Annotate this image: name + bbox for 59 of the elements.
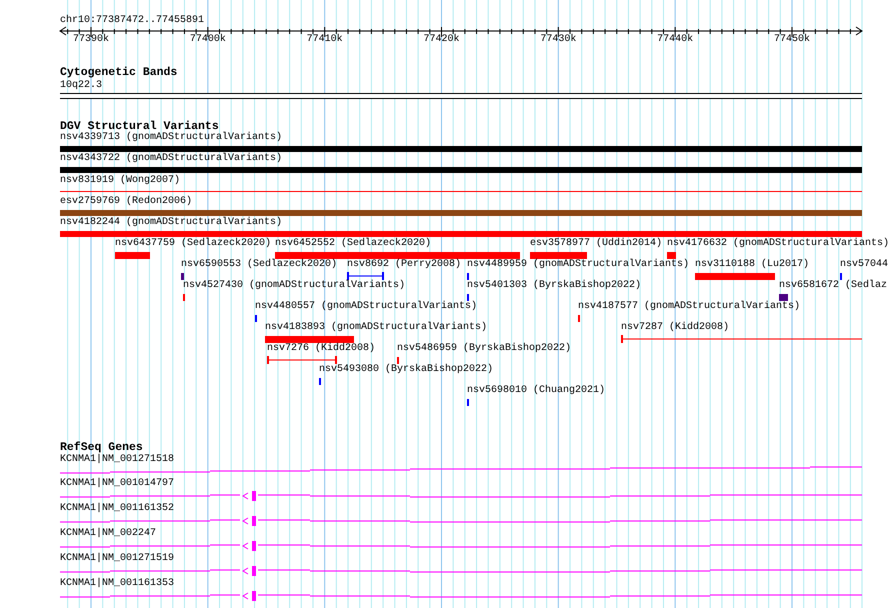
variant-bar[interactable] bbox=[530, 252, 587, 259]
variant-bar[interactable] bbox=[60, 146, 862, 152]
variant-label[interactable]: esv3578977 (Uddin2014) bbox=[530, 238, 662, 250]
variant-label[interactable]: nsv6581672 (Sedlaz bbox=[779, 280, 888, 292]
ruler-tick-label: 77390k bbox=[73, 34, 109, 46]
variant-label[interactable]: nsv6590553 (Sedlazeck2020) bbox=[181, 259, 338, 271]
variant-label[interactable]: nsv6437759 (Sedlazeck2020) bbox=[115, 238, 272, 250]
variant-bar[interactable] bbox=[779, 294, 788, 301]
variant-label[interactable]: nsv4489959 (gnomADStructuralVariants) bbox=[467, 259, 690, 271]
location-label: chr10:77387472..77455891 bbox=[60, 15, 204, 27]
track-title: Cytogenetic Bands bbox=[60, 66, 178, 79]
variant-label[interactable]: nsv7287 (Kidd2008) bbox=[621, 322, 730, 334]
ruler-tick-label: 77450k bbox=[774, 34, 810, 46]
variant-label[interactable]: nsv4183893 (gnomADStructuralVariants) bbox=[265, 322, 488, 334]
variant-bar[interactable] bbox=[60, 231, 862, 237]
gene-label[interactable]: KCNMA1|NM_001161352 bbox=[60, 503, 174, 515]
gene-label[interactable]: KCNMA1|NM_001014797 bbox=[60, 478, 174, 490]
variant-line[interactable] bbox=[60, 191, 862, 192]
variant-label[interactable]: nsv5401303 (ByrskaBishop2022) bbox=[467, 280, 642, 292]
variant-label[interactable]: nsv4343722 (gnomADStructuralVariants) bbox=[60, 153, 282, 165]
ruler-tick-label: 77440k bbox=[657, 34, 694, 46]
variant-label[interactable]: nsv4527430 (gnomADStructuralVariants) bbox=[183, 280, 406, 292]
ruler-tick-label: 77410k bbox=[306, 34, 343, 46]
variant-label[interactable]: nsv5493080 (ByrskaBishop2022) bbox=[319, 364, 494, 376]
variant-range[interactable] bbox=[621, 335, 863, 343]
track-title: RefSeq Genes bbox=[60, 441, 143, 454]
variant-label[interactable]: nsv57044 bbox=[840, 259, 888, 271]
variant-label[interactable]: nsv5698010 (Chuang2021) bbox=[467, 385, 606, 397]
variant-bar[interactable] bbox=[695, 273, 775, 280]
variant-label[interactable]: nsv4187577 (gnomADStructuralVariants) bbox=[578, 301, 800, 313]
ruler-tick-label: 77420k bbox=[424, 34, 460, 46]
variant-bar[interactable] bbox=[275, 252, 520, 259]
variant-label[interactable]: nsv8692 (Perry2008) bbox=[347, 259, 462, 271]
variant-label[interactable]: nsv831919 (Wong2007) bbox=[60, 175, 180, 187]
variant-label[interactable]: nsv3110188 (Lu2017) bbox=[695, 259, 810, 271]
variant-bar[interactable] bbox=[667, 252, 676, 259]
variant-bar[interactable] bbox=[115, 252, 150, 259]
gene-label[interactable]: KCNMA1|NM_002247 bbox=[60, 528, 156, 540]
track-title: DGV Structural Variants bbox=[60, 120, 219, 133]
variant-range[interactable] bbox=[267, 356, 337, 364]
gene-label[interactable]: KCNMA1|NM_001271518 bbox=[60, 454, 174, 466]
variant-bar[interactable] bbox=[265, 336, 354, 343]
ruler-tick-label: 77430k bbox=[540, 34, 576, 46]
gene-label[interactable]: KCNMA1|NM_001161353 bbox=[60, 578, 174, 590]
band-label: 10q22.3 bbox=[60, 80, 102, 92]
variant-bar[interactable] bbox=[60, 167, 862, 173]
gene-label[interactable]: KCNMA1|NM_001271519 bbox=[60, 553, 174, 565]
variant-bar[interactable] bbox=[60, 210, 862, 216]
variant-range[interactable] bbox=[347, 272, 384, 280]
ruler-tick-label: 77400k bbox=[190, 34, 226, 46]
variant-label[interactable]: nsv4480557 (gnomADStructuralVariants) bbox=[255, 301, 478, 313]
variant-label[interactable]: nsv7276 (Kidd2008) bbox=[267, 343, 376, 355]
variant-label[interactable]: nsv5486959 (ByrskaBishop2022) bbox=[397, 343, 572, 355]
variant-label[interactable]: nsv6452552 (Sedlazeck2020) bbox=[275, 238, 432, 250]
variant-label[interactable]: esv2759769 (Redon2006) bbox=[60, 196, 192, 208]
variant-label[interactable]: nsv4176632 (gnomADStructuralVariants) bbox=[667, 238, 890, 250]
variant-bar[interactable] bbox=[181, 273, 184, 280]
variant-label[interactable]: nsv4182244 (gnomADStructuralVariants) bbox=[60, 217, 282, 229]
variant-label[interactable]: nsv4339713 (gnomADStructuralVariants) bbox=[60, 132, 282, 144]
